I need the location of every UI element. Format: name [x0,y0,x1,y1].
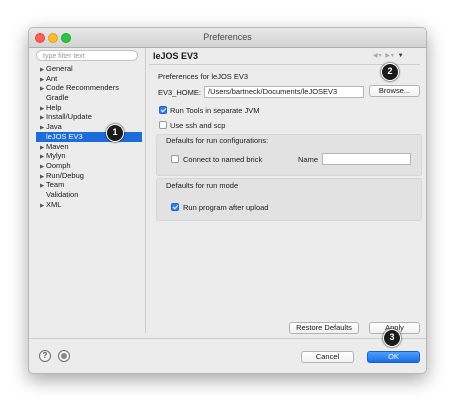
forward-arrow-icon[interactable]: ▶▾ [385,53,395,59]
run-mode-group-title: Defaults for run mode [166,181,239,190]
tree-item-label: Team [46,180,65,190]
record-icon[interactable] [58,350,70,362]
run-tools-label: Run Tools in separate JVM [170,106,260,115]
view-menu-icon[interactable]: ▼ [398,53,405,59]
tree-item-label: Code Recommenders [46,83,119,93]
tree-item-label: Install/Update [46,112,92,122]
tree-item-validation[interactable]: Validation [36,190,142,200]
tree-item-label: General [46,64,73,73]
tree-item-label: Ant [46,73,58,83]
footer-divider [29,338,426,339]
tree-item-label: Java [46,122,62,132]
tree-item-general[interactable]: ▶ General [36,64,142,74]
brick-name-field[interactable] [322,153,411,165]
tree-item-run-debug[interactable]: ▶ Run/Debug [36,171,142,181]
record-dot-icon [61,353,67,359]
ssh-checkbox[interactable] [159,121,167,129]
run-after-upload-label: Run program after upload [183,203,269,212]
window-title: Preferences [203,32,252,42]
header-divider [149,64,420,65]
tree-item-label: Gradle [46,93,69,103]
sash-divider[interactable] [145,48,146,333]
tree-item-maven[interactable]: ▶ Maven [36,142,142,152]
run-after-upload-checkbox[interactable] [171,203,179,211]
ssh-label: Use ssh and scp [170,121,226,130]
back-arrow-icon[interactable]: ◀▾ [373,53,383,59]
filter-input[interactable]: type filter text [36,50,138,61]
tree-item-gradle[interactable]: Gradle [36,93,142,103]
tree-item-lejos-ev3[interactable]: leJOS EV3 [36,131,142,142]
run-tools-checkbox[interactable] [159,106,167,114]
preferences-tree: ▶ General ▶ Ant ▶ Code Recommenders Gradle … [36,64,142,209]
browse-button[interactable]: Browse... [369,85,420,97]
tree-item-java[interactable]: ▶ Java [36,122,142,132]
tree-item-label: Run/Debug [46,170,84,180]
history-navigation[interactable]: ◀▾ ▶▾ ▼ [373,52,405,59]
tree-item-ant[interactable]: ▶ Ant [36,74,142,84]
tree-item-label: Maven [46,141,69,151]
tree-item-label: leJOS EV3 [46,131,83,141]
tree-item-mylyn[interactable]: ▶ Mylyn [36,151,142,161]
tree-item-label: Validation [46,189,79,199]
tree-item-label: Mylyn [46,151,66,161]
tree-item-oomph[interactable]: ▶ Oomph [36,161,142,171]
ev3-home-label: EV3_HOME: [158,88,201,97]
restore-defaults-button[interactable]: Restore Defaults [289,322,359,334]
page-title: leJOS EV3 [153,51,199,61]
callout-badge-1: 1 [106,124,124,142]
tree-item-help[interactable]: ▶ Help [36,103,142,113]
run-config-group: Defaults for run configurations: Connect… [156,134,422,176]
callout-badge-2: 2 [381,63,399,81]
tree-item-team[interactable]: ▶ Team [36,180,142,190]
run-mode-group: Defaults for run mode Run program after … [156,178,422,221]
ev3-home-field[interactable]: /Users/bartneck/Documents/leJOSEV3 [204,86,364,98]
ok-button[interactable]: OK [367,351,420,363]
tree-item-label: XML [46,199,62,209]
callout-badge-3: 3 [383,329,401,347]
tree-item-label: Oomph [46,160,71,170]
tree-item-install-update[interactable]: ▶ Install/Update [36,112,142,122]
name-label: Name [298,155,319,164]
preferences-window: Preferences type filter text ▶ General ▶ A… [28,27,427,374]
tree-item-code-recommenders[interactable]: ▶ Code Recommenders [36,83,142,93]
tree-item-label: Help [46,102,62,112]
help-icon[interactable]: ? [39,350,51,362]
run-config-group-title: Defaults for run configurations: [166,136,269,145]
connect-brick-checkbox[interactable] [171,155,179,163]
page-subtitle: Preferences for leJOS EV3 [158,72,249,81]
title-bar: Preferences [29,28,426,48]
cancel-button[interactable]: Cancel [301,351,354,363]
tree-item-xml[interactable]: ▶ XML [36,200,142,210]
connect-brick-label: Connect to named brick [183,155,263,164]
